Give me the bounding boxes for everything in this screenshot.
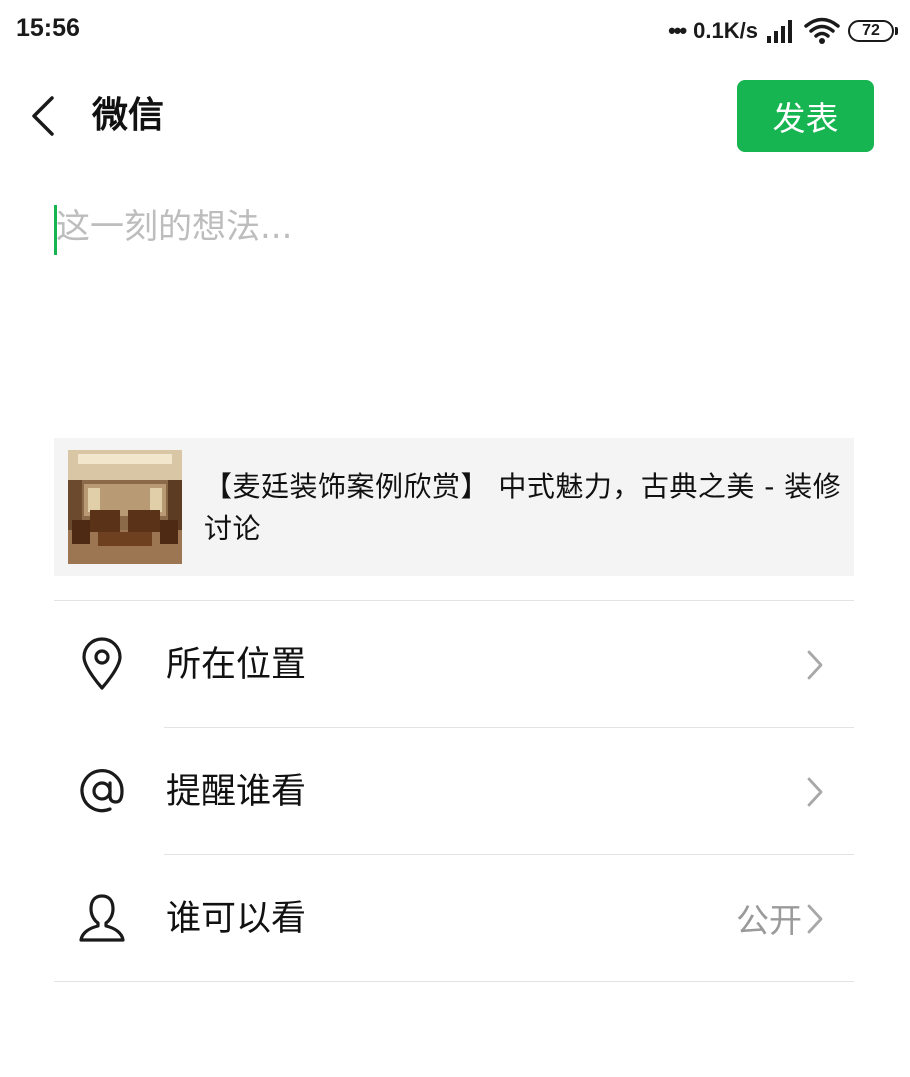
person-icon — [79, 894, 125, 942]
status-bar: 15:56 ••• 0.1K/s 72 — [0, 0, 910, 64]
chevron-right-icon — [807, 904, 823, 934]
option-label: 所在位置 — [166, 645, 307, 685]
divider — [164, 727, 854, 728]
option-label: 谁可以看 — [166, 899, 307, 939]
option-mention[interactable]: 提醒谁看 — [0, 727, 910, 854]
battery-icon: 72 — [848, 20, 898, 42]
option-value: 公开 — [736, 901, 802, 940]
signal-icon — [767, 20, 792, 43]
link-thumbnail — [68, 450, 182, 564]
at-sign-icon — [80, 769, 124, 813]
nav-bar: 微信 发表 — [0, 64, 910, 168]
option-visibility[interactable]: 谁可以看 公开 — [0, 854, 910, 981]
network-speed: 0.1K/s — [693, 18, 758, 43]
thought-input[interactable] — [54, 200, 854, 400]
divider — [54, 600, 854, 601]
network-activity-dots: ••• — [668, 18, 687, 43]
back-button[interactable] — [24, 92, 64, 140]
back-arrow-icon — [32, 96, 54, 136]
shared-link-card[interactable]: 【麦廷装饰案例欣赏】 中式魅力，古典之美 - 装修讨论 — [54, 438, 854, 576]
post-options: 所在位置 提醒谁看 谁可以看 公开 — [0, 600, 910, 981]
publish-button[interactable]: 发表 — [737, 80, 874, 152]
wifi-icon — [804, 17, 840, 44]
status-time: 15:56 — [16, 14, 80, 42]
divider — [164, 854, 854, 855]
page-title: 微信 — [92, 95, 165, 136]
chevron-right-icon — [807, 650, 823, 680]
option-location[interactable]: 所在位置 — [0, 600, 910, 727]
chevron-right-icon — [807, 777, 823, 807]
status-icons: ••• 0.1K/s 72 — [668, 14, 898, 48]
option-label: 提醒谁看 — [166, 772, 307, 812]
divider — [54, 981, 854, 982]
location-pin-icon — [82, 637, 122, 690]
link-title: 【麦廷装饰案例欣赏】 中式魅力，古典之美 - 装修讨论 — [204, 470, 842, 545]
